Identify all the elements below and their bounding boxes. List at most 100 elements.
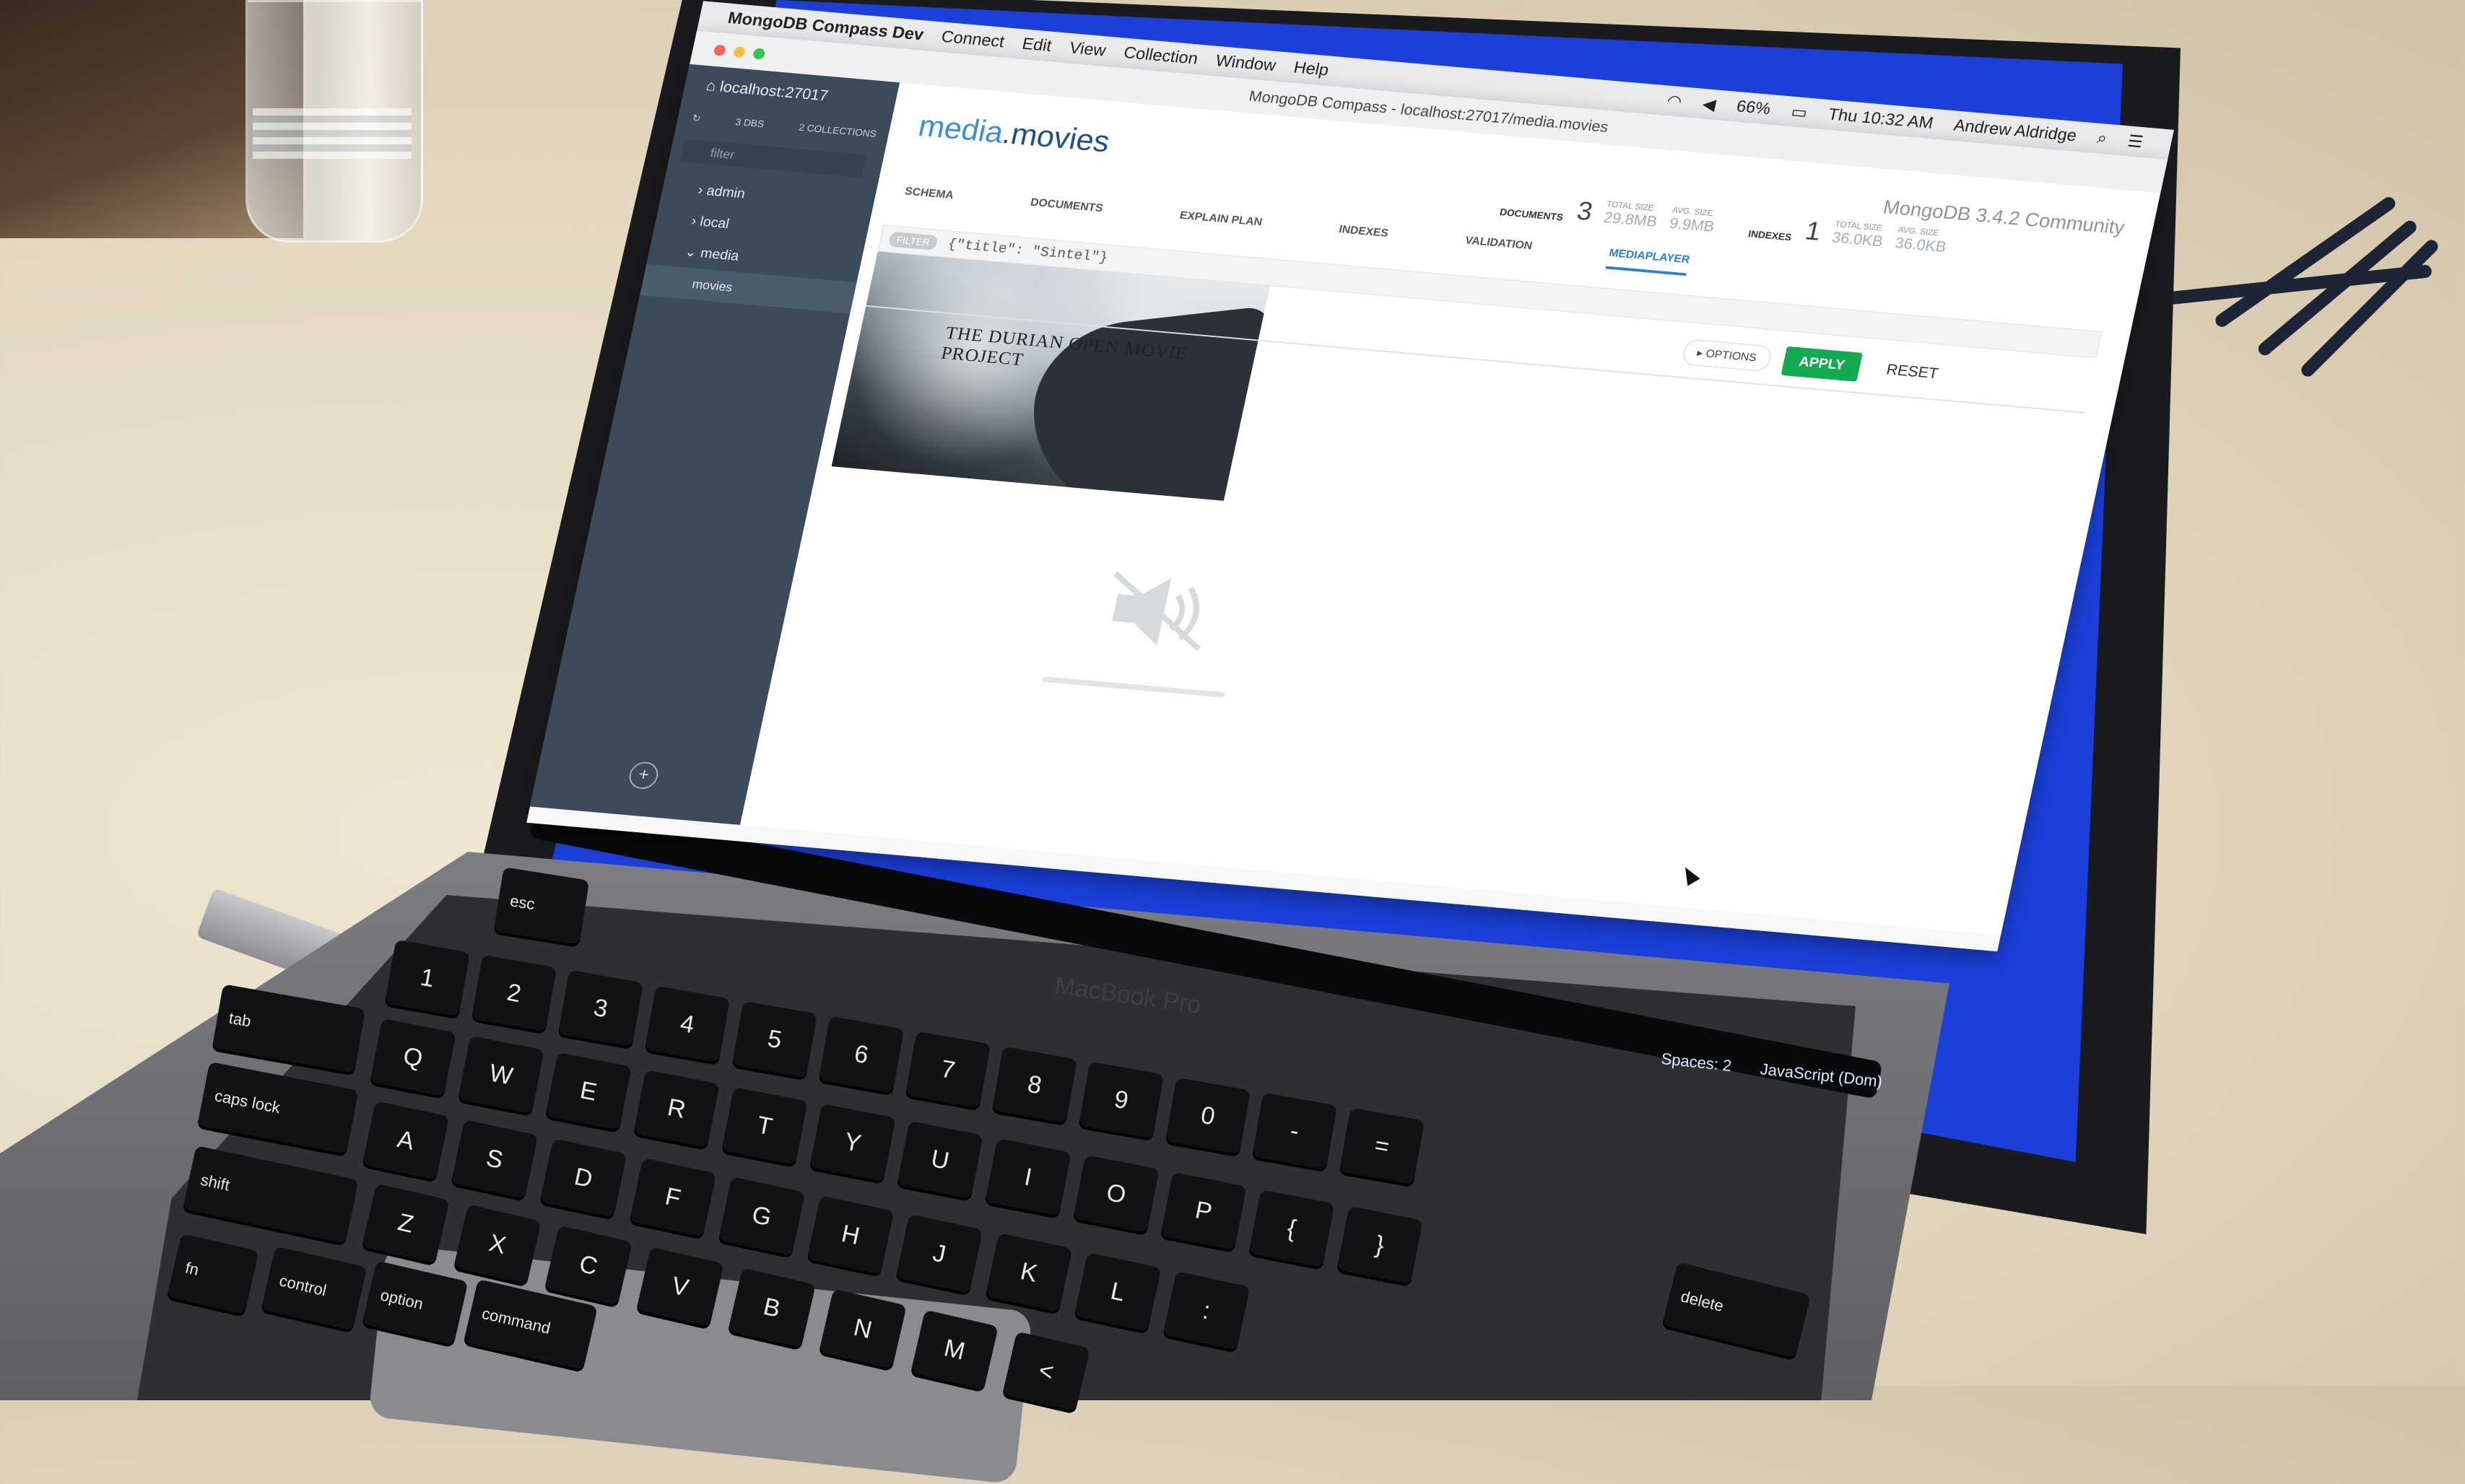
key-1-9[interactable]: P [1160,1171,1248,1251]
close-window-button[interactable] [713,44,727,56]
key-1-1[interactable]: W [458,1035,544,1114]
compass-window-plane: MongoDB Compass Dev Connect Edit View Co… [526,1,2175,952]
key-3-3[interactable]: V [636,1247,724,1327]
menu-view[interactable]: View [1067,39,1108,61]
sidebar-filter-input[interactable]: filter [679,139,867,178]
key-2-8[interactable]: L [1074,1252,1162,1332]
key-fn[interactable]: fn [167,1233,259,1315]
key-2-0[interactable]: A [362,1101,450,1180]
key-1-8[interactable]: O [1073,1155,1160,1234]
key-2-5[interactable]: H [807,1195,895,1275]
key-2-3[interactable]: F [629,1157,716,1237]
key-1-7[interactable]: I [985,1138,1071,1216]
key-1-0[interactable]: Q [370,1018,456,1097]
keyboard: 1 2 3 4 5 6 7 8 9 0- = Q W E R T Y U I O P{} A S D F G H J K L: Z X C V B N… [159,867,1820,1412]
key-0-11[interactable]: = [1339,1107,1425,1185]
database-list: › admin › local ⌄ media movies [640,172,877,314]
key-3-0[interactable]: Z [362,1183,450,1264]
key-delete[interactable]: delete [1661,1262,1812,1358]
tab-schema[interactable]: SCHEMA [902,186,955,211]
muted-speaker-icon[interactable] [1092,566,1222,656]
key-3-2[interactable]: C [544,1225,633,1306]
collections-count: 2 COLLECTIONS [798,121,878,139]
documents-count: 3 [1574,196,1596,227]
key-2-6[interactable]: J [896,1214,983,1293]
key-0-5[interactable]: 6 [818,1016,904,1094]
indexes-avg-size: 36.0KB [1893,234,1948,256]
indexes-count: 1 [1802,217,1824,247]
key-1-4[interactable]: T [721,1086,808,1165]
sidebar-host[interactable]: ⌂ localhost:27017 [705,77,830,105]
key-2-1[interactable]: S [451,1119,539,1200]
reset-button[interactable]: RESET [1871,353,1954,390]
key-tab[interactable]: tab [212,984,366,1073]
key-0-7[interactable]: 8 [991,1046,1078,1124]
tab-validation[interactable]: VALIDATION [1462,235,1534,262]
key-0-8[interactable]: 9 [1079,1062,1165,1139]
key-0-9[interactable]: 0 [1165,1077,1251,1155]
clock[interactable]: Thu 10:32 AM [1826,105,1934,134]
menu-window[interactable]: Window [1214,51,1277,75]
key-control[interactable]: control [261,1246,368,1331]
pens-on-table [2129,194,2448,397]
tab-explain-plan[interactable]: EXPLAIN PLAN [1176,210,1263,239]
query-actions: ▸ OPTIONS APPLY RESET [1681,336,1954,390]
create-database-button[interactable]: + [627,761,661,790]
key-2-4[interactable]: G [718,1176,806,1256]
key-1-11[interactable]: } [1336,1206,1423,1285]
key-1-6[interactable]: U [897,1120,983,1200]
spotlight-search-icon[interactable]: ⌕ [2095,128,2108,148]
tab-documents[interactable]: DOCUMENTS [1027,196,1104,224]
key-0-1[interactable]: 2 [471,954,557,1032]
apply-button[interactable]: APPLY [1781,346,1864,382]
key-1-2[interactable]: E [545,1052,632,1131]
key-0-2[interactable]: 3 [558,970,644,1047]
menu-help[interactable]: Help [1292,58,1330,80]
battery-icon[interactable]: ▭ [1789,102,1809,123]
key-3-4[interactable]: B [727,1267,816,1348]
key-1-3[interactable]: R [633,1069,720,1148]
battery-percent[interactable]: 66% [1734,97,1773,119]
volume-icon[interactable]: ◀ [1700,94,1718,115]
key-shift[interactable]: shift [183,1145,359,1244]
tab-mediaplayer[interactable]: MEDIAPLAYER [1605,247,1691,276]
tab-indexes[interactable]: INDEXES [1336,224,1390,250]
key-0-6[interactable]: 7 [905,1031,991,1109]
key-1-10[interactable]: { [1248,1189,1335,1267]
key-0-4[interactable]: 5 [731,1000,817,1078]
key-3-6[interactable]: M [910,1309,999,1390]
key-0-3[interactable]: 4 [645,985,731,1062]
key-1-5[interactable]: Y [809,1104,896,1182]
key-3-7[interactable]: < [1001,1331,1090,1412]
key-option[interactable]: option [362,1260,469,1345]
documents-total-size: 29.8MB [1601,209,1659,230]
user-name[interactable]: Andrew Aldridge [1952,116,2079,146]
notification-center-icon[interactable]: ☰ [2126,131,2145,152]
wifi-icon[interactable]: ◠ [1665,91,1684,112]
video-scrubber[interactable] [1042,676,1225,698]
key-caps[interactable]: caps lock [197,1061,359,1155]
key-0-10[interactable]: - [1252,1092,1338,1170]
key-0-0[interactable]: 1 [384,939,471,1017]
options-button[interactable]: ▸ OPTIONS [1681,339,1773,372]
key-3-1[interactable]: X [453,1204,542,1285]
menu-collection[interactable]: Collection [1122,43,1200,69]
key-2-9[interactable]: : [1162,1270,1251,1350]
namespace-title: media.movies [916,109,1113,159]
key-2-7[interactable]: K [985,1233,1072,1313]
indexes-total-size: 36.0KB [1830,228,1885,250]
key-2-2[interactable]: D [540,1138,627,1218]
refresh-icon[interactable]: ↻ [691,113,702,125]
dbs-count: 3 DBS [734,115,765,130]
video-player[interactable]: THE DURIAN OPEN MOVIE PROJECT [831,251,1270,501]
menu-edit[interactable]: Edit [1020,35,1053,56]
menu-connect[interactable]: Connect [939,27,1006,52]
collection-view: media.movies MongoDB 3.4.2 Community DOC… [740,82,2161,935]
compass-window: MongoDB Compass - localhost:27017/media.… [526,30,2168,952]
documents-stats: DOCUMENTS 3 TOTAL SIZE 29.8MB AVG. SIZE 9.… [1498,196,1716,235]
key-esc[interactable]: esc [493,867,590,945]
minimize-window-button[interactable] [732,45,747,58]
zoom-window-button[interactable] [752,48,766,60]
key-3-5[interactable]: N [819,1288,908,1369]
indexes-label: INDEXES [1747,227,1793,243]
